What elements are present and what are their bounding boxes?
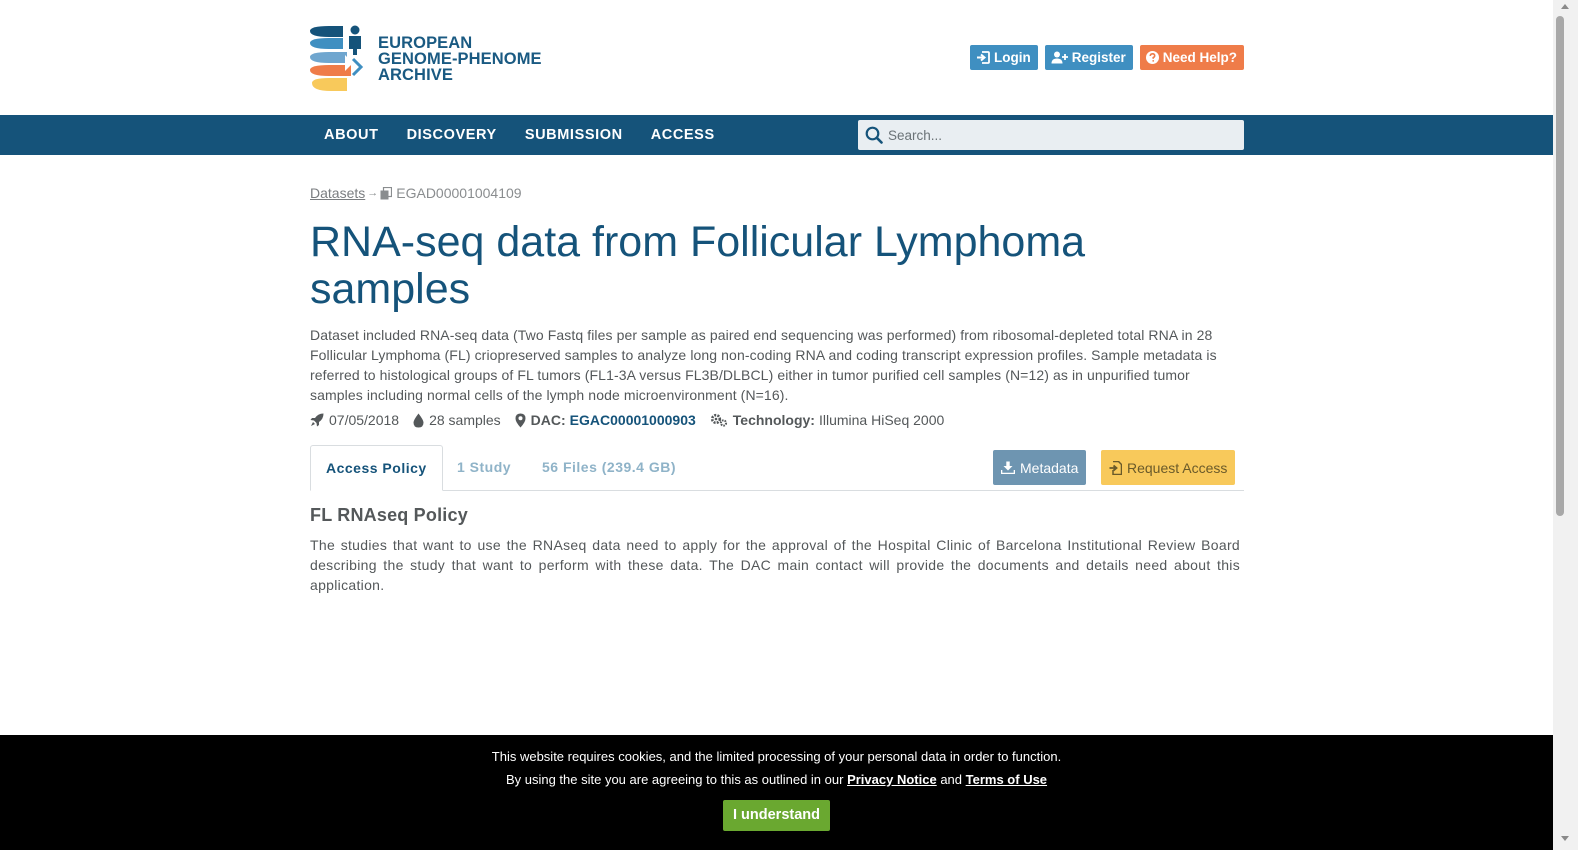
cookie-line-2: By using the site you are agreeing to th…: [0, 772, 1553, 787]
cookie-line-2-prefix: By using the site you are agreeing to th…: [505, 772, 844, 787]
ega-logo[interactable]: EUROPEAN GENOME-PHENOME ARCHIVE: [309, 25, 549, 93]
policy-text: The studies that want to use the RNAseq …: [310, 537, 1240, 593]
page: EUROPEAN GENOME-PHENOME ARCHIVE Login Re…: [0, 0, 1553, 850]
droplet-icon: [413, 413, 424, 427]
account-buttons: Login Register Need Help?: [969, 45, 1244, 70]
terms-of-use-link[interactable]: Terms of Use: [966, 772, 1047, 787]
login-button[interactable]: Login: [969, 45, 1038, 70]
request-access-button[interactable]: Request Access: [1101, 450, 1236, 485]
nav-item-discovery[interactable]: DISCOVERY: [393, 115, 511, 155]
logo-line-3: ARCHIVE: [378, 66, 453, 84]
register-button[interactable]: Register: [1044, 45, 1133, 70]
page-scrollbar[interactable]: [1553, 0, 1578, 850]
policy-title: FL RNAseq Policy: [310, 505, 468, 525]
scroll-down-arrow[interactable]: [1561, 836, 1569, 841]
breadcrumb: Datasets → EGAD00001004109: [310, 185, 522, 201]
top-header: EUROPEAN GENOME-PHENOME ARCHIVE Login Re…: [0, 0, 1553, 115]
logo-line-2: GENOME-PHENOME: [378, 50, 542, 68]
dac-id-link[interactable]: EGAC00001000903: [570, 412, 696, 428]
main-nav: ABOUT DISCOVERY SUBMISSION ACCESS: [0, 115, 1553, 155]
need-help-button[interactable]: Need Help?: [1139, 45, 1244, 70]
breadcrumb-current: EGAD00001004109: [396, 185, 522, 201]
cookie-and-text: and: [940, 772, 963, 787]
dataset-tabs: Access Policy 1 Study 56 Files (239.4 GB…: [310, 445, 1244, 491]
meta-date-value: 07/05/2018: [329, 412, 400, 428]
metadata-button[interactable]: Metadata: [993, 450, 1087, 485]
search-icon[interactable]: [865, 126, 883, 144]
metadata-label: Metadata: [1020, 459, 1079, 476]
i-understand-button[interactable]: I understand: [723, 800, 830, 831]
search-box: [858, 120, 1244, 150]
logo-text: EUROPEAN GENOME-PHENOME ARCHIVE: [378, 34, 542, 84]
tab-access-policy[interactable]: Access Policy: [310, 445, 443, 491]
tab-files[interactable]: 56 Files (239.4 GB): [527, 445, 691, 491]
sign-in-icon: [976, 51, 990, 64]
tab-study[interactable]: 1 Study: [442, 445, 526, 491]
meta-samples: 28 samples: [413, 412, 501, 428]
login-label: Login: [993, 50, 1031, 65]
cogs-icon: [710, 413, 727, 427]
meta-technology: Technology: Illumina HiSeq 2000: [710, 412, 944, 428]
request-access-label: Request Access: [1127, 459, 1228, 476]
map-marker-icon: [515, 413, 526, 427]
nav-item-access[interactable]: ACCESS: [637, 115, 729, 155]
nav-items: ABOUT DISCOVERY SUBMISSION ACCESS: [310, 115, 729, 155]
download-icon: [1001, 461, 1015, 474]
privacy-notice-link[interactable]: Privacy Notice: [847, 772, 937, 787]
file-import-icon: [1109, 460, 1122, 475]
cookie-banner: This website requires cookies, and the l…: [0, 735, 1553, 850]
dataset-description: Dataset included RNA-seq data (Two Fastq…: [310, 327, 1217, 403]
nav-item-submission[interactable]: SUBMISSION: [511, 115, 637, 155]
meta-date: 07/05/2018: [310, 412, 399, 428]
dataset-meta: 07/05/2018 28 samples DAC: EGAC000010009…: [310, 412, 958, 428]
cookie-line-1: This website requires cookies, and the l…: [491, 749, 1062, 764]
need-help-label: Need Help?: [1162, 50, 1237, 65]
search-input[interactable]: [888, 127, 1228, 143]
scroll-thumb[interactable]: [1556, 16, 1564, 516]
user-plus-icon: [1051, 51, 1068, 64]
meta-dac: DAC: EGAC00001000903: [515, 412, 696, 428]
page-title: RNA-seq data from Follicular Lymphoma sa…: [310, 218, 1086, 313]
meta-technology-value: Illumina HiSeq 2000: [818, 412, 945, 428]
breadcrumb-datasets-link[interactable]: Datasets: [310, 185, 365, 201]
nav-item-about[interactable]: ABOUT: [310, 115, 393, 155]
logo-line-1: EUROPEAN: [378, 34, 473, 52]
register-label: Register: [1071, 50, 1126, 65]
rocket-icon: [310, 413, 324, 427]
copy-icon: [380, 186, 393, 199]
ega-logo-icon: [310, 25, 364, 91]
scroll-up-arrow[interactable]: [1561, 4, 1569, 9]
meta-technology-label: Technology:: [732, 412, 815, 428]
meta-samples-value: 28 samples: [429, 412, 501, 428]
breadcrumb-separator: →: [367, 187, 379, 199]
meta-dac-label: DAC:: [530, 412, 566, 428]
question-circle-icon: [1145, 51, 1159, 64]
